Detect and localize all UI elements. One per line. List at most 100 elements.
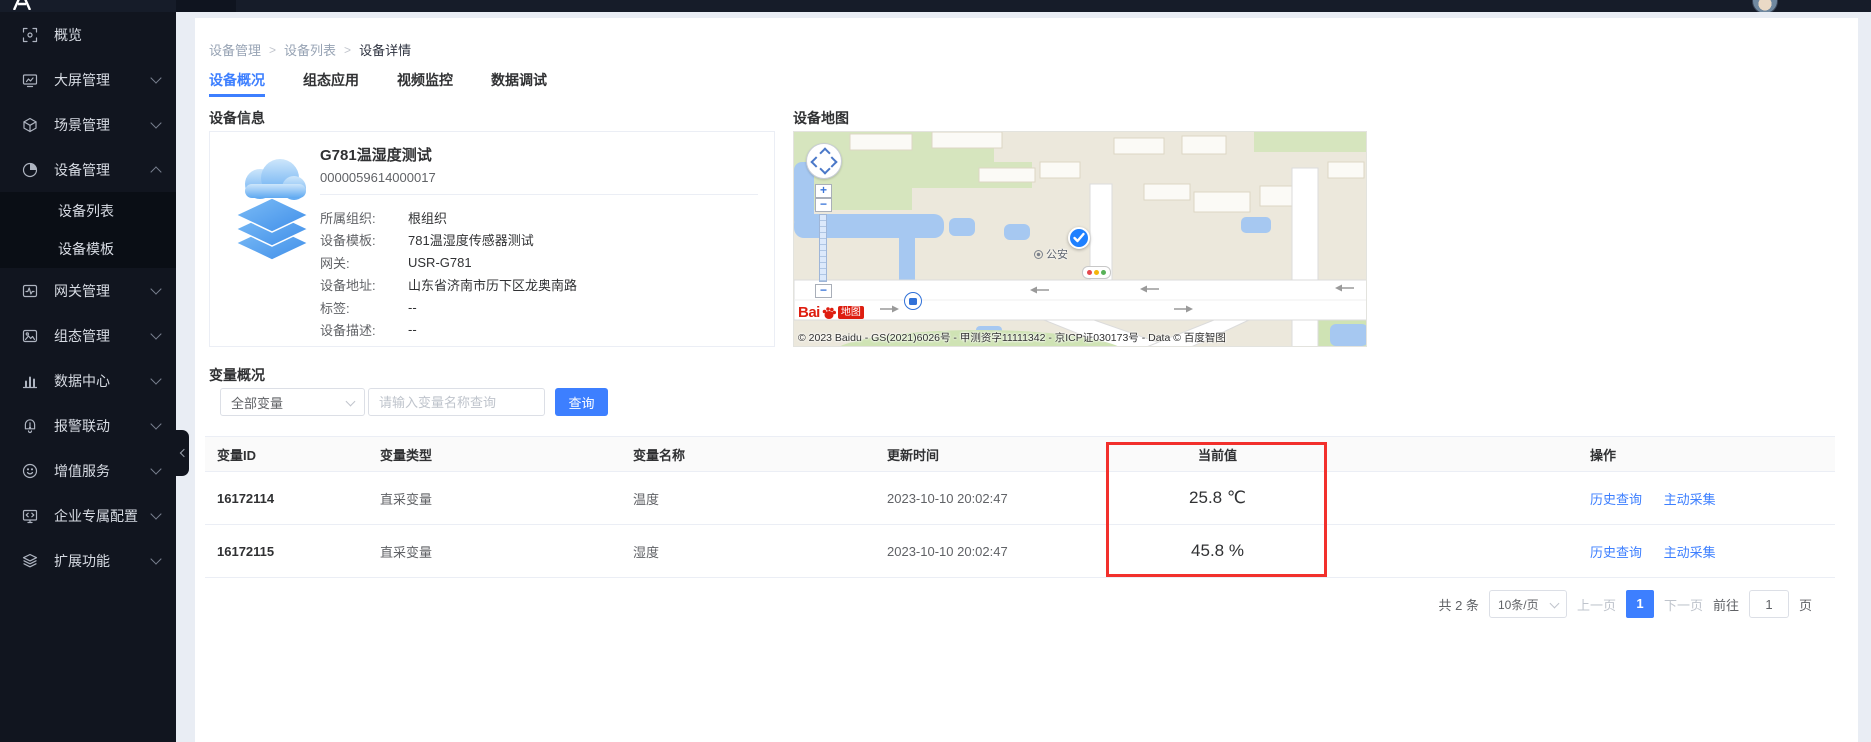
sidebar-item-data-center[interactable]: 数据中心 xyxy=(0,358,176,403)
screen-management-icon xyxy=(22,72,38,88)
cell-update-time: 2023-10-10 20:02:47 xyxy=(887,544,1105,559)
history-query-link[interactable]: 历史查询 xyxy=(1590,545,1642,560)
baidu-logo-text: Bai xyxy=(798,304,820,321)
collapse-sidebar-icon xyxy=(179,449,187,457)
breadcrumb-separator: > xyxy=(344,43,351,57)
field-label: 所属组织: xyxy=(320,208,408,227)
field-label: 设备地址: xyxy=(320,275,408,294)
manual-collect-link[interactable]: 主动采集 xyxy=(1664,492,1716,507)
variable-search-input[interactable] xyxy=(368,388,545,416)
bus-station-icon xyxy=(904,292,922,310)
sidebar-item-device-management[interactable]: 设备管理 xyxy=(0,147,176,192)
overview-icon xyxy=(22,27,38,43)
history-query-link[interactable]: 历史查询 xyxy=(1590,492,1642,507)
cell-current-value: 25.8 ℃ xyxy=(1105,488,1330,508)
device-management-submenu: 设备列表 设备模板 xyxy=(0,192,176,268)
map-poi: 公安 xyxy=(1034,246,1068,262)
baidu-map-badge: 地图 xyxy=(838,306,864,319)
sidebar-item-label: 概览 xyxy=(54,25,160,45)
chevron-down-icon xyxy=(150,463,161,474)
map-pan-control[interactable] xyxy=(806,143,842,179)
sidebar-item-gateway-management[interactable]: 网关管理 xyxy=(0,268,176,313)
chevron-down-icon xyxy=(150,418,161,429)
tab-device-overview[interactable]: 设备概况 xyxy=(209,66,265,97)
field-label: 设备模板: xyxy=(320,230,408,249)
map-zoom-out-bottom-button[interactable] xyxy=(815,284,832,298)
device-info-card: G781温湿度测试 0000059614000017 所属组织:根组织 设备模板… xyxy=(209,131,775,347)
map-zoom-slider[interactable] xyxy=(819,214,827,282)
variable-type-selected: 全部变量 xyxy=(231,393,283,412)
cell-variable-id: 16172115 xyxy=(205,544,380,559)
prev-page-button[interactable]: 上一页 xyxy=(1577,595,1616,614)
next-page-button[interactable]: 下一页 xyxy=(1664,595,1703,614)
sidebar-item-label: 大屏管理 xyxy=(54,70,152,90)
map-zoom-in-button[interactable] xyxy=(815,184,832,198)
goto-page-input[interactable] xyxy=(1749,590,1789,618)
cell-variable-type: 直采变量 xyxy=(380,542,633,561)
manual-collect-link[interactable]: 主动采集 xyxy=(1664,545,1716,560)
sidebar-item-extension[interactable]: 扩展功能 xyxy=(0,538,176,583)
col-variable-name: 变量名称 xyxy=(633,445,887,464)
tab-data-debug[interactable]: 数据调试 xyxy=(491,66,547,97)
field-value: -- xyxy=(408,300,417,315)
col-update-time: 更新时间 xyxy=(887,445,1105,464)
sidebar-item-value-added-service[interactable]: 增值服务 xyxy=(0,448,176,493)
device-fields: 所属组织:根组织 设备模板:781温湿度传感器测试 网关:USR-G781 设备… xyxy=(320,206,758,341)
variable-type-select[interactable]: 全部变量 xyxy=(220,388,365,416)
divider xyxy=(320,194,758,195)
sidebar-item-label: 组态管理 xyxy=(54,326,152,346)
field-label: 设备描述: xyxy=(320,320,408,339)
header-active-tab xyxy=(176,0,236,12)
pagination-total: 共 2 条 xyxy=(1438,595,1478,614)
pan-up-icon xyxy=(819,147,830,158)
cell-variable-name: 湿度 xyxy=(633,542,887,561)
sidebar-item-label: 报警联动 xyxy=(54,416,152,436)
sidebar-item-overview[interactable]: 概览 xyxy=(0,12,176,57)
field-value: USR-G781 xyxy=(408,255,472,270)
cell-variable-type: 直采变量 xyxy=(380,489,633,508)
field-label: 标签: xyxy=(320,298,408,317)
traffic-light-icon xyxy=(1082,266,1111,279)
chevron-down-icon xyxy=(150,283,161,294)
sidebar-subitem-device-template[interactable]: 设备模板 xyxy=(0,230,176,268)
col-current-value: 当前值 xyxy=(1105,445,1330,464)
pan-left-icon xyxy=(810,156,821,167)
chevron-down-icon xyxy=(150,72,161,83)
tab-video-monitor[interactable]: 视频监控 xyxy=(397,66,453,97)
user-avatar[interactable] xyxy=(1752,0,1778,12)
page-size-select[interactable]: 10条/页 xyxy=(1489,590,1567,618)
sidebar-item-enterprise-config[interactable]: 企业专属配置 xyxy=(0,493,176,538)
sidebar-item-label: 网关管理 xyxy=(54,281,152,301)
breadcrumb-item[interactable]: 设备列表 xyxy=(284,40,336,59)
device-map[interactable]: 公安 Bai 地图 © 2023 Baidu - GS(2021)6026号 -… xyxy=(793,131,1367,347)
sidebar-collapse-handle[interactable] xyxy=(176,430,189,476)
sidebar-item-alarm-linkage[interactable]: 报警联动 xyxy=(0,403,176,448)
sidebar-item-label: 设备管理 xyxy=(54,160,152,180)
tab-configuration-app[interactable]: 组态应用 xyxy=(303,66,359,97)
map-marker-icon[interactable] xyxy=(1068,227,1090,249)
field-value: 781温湿度传感器测试 xyxy=(408,230,534,249)
field-label: 网关: xyxy=(320,253,408,272)
sidebar-item-label: 企业专属配置 xyxy=(54,506,152,526)
breadcrumb: 设备管理 > 设备列表 > 设备详情 xyxy=(209,40,411,59)
current-page-button[interactable]: 1 xyxy=(1626,590,1654,618)
table-header: 变量ID 变量类型 变量名称 更新时间 当前值 操作 xyxy=(205,436,1835,472)
baidu-paw-icon xyxy=(821,305,837,321)
sidebar-nav: 概览 大屏管理 场景管理 设备管理 设备列表 设备模板 网关管理 组态 xyxy=(0,12,176,742)
table-row: 16172115 直采变量 湿度 2023-10-10 20:02:47 45.… xyxy=(205,525,1835,578)
device-management-icon xyxy=(22,162,38,178)
baidu-logo: Bai 地图 xyxy=(798,304,864,321)
col-variable-id: 变量ID xyxy=(205,445,380,464)
sidebar-item-configuration-management[interactable]: 组态管理 xyxy=(0,313,176,358)
chevron-down-icon xyxy=(346,396,356,406)
sidebar-subitem-device-list[interactable]: 设备列表 xyxy=(0,192,176,230)
page-size-value: 10条/页 xyxy=(1498,596,1539,613)
col-variable-type: 变量类型 xyxy=(380,445,633,464)
sidebar-item-scene-management[interactable]: 场景管理 xyxy=(0,102,176,147)
device-info-title: 设备信息 xyxy=(209,108,265,128)
sidebar-item-screen-management[interactable]: 大屏管理 xyxy=(0,57,176,102)
query-button[interactable]: 查询 xyxy=(555,388,608,416)
breadcrumb-item[interactable]: 设备管理 xyxy=(209,40,261,59)
map-zoom-out-button[interactable] xyxy=(815,198,832,212)
alarm-linkage-icon xyxy=(22,418,38,434)
